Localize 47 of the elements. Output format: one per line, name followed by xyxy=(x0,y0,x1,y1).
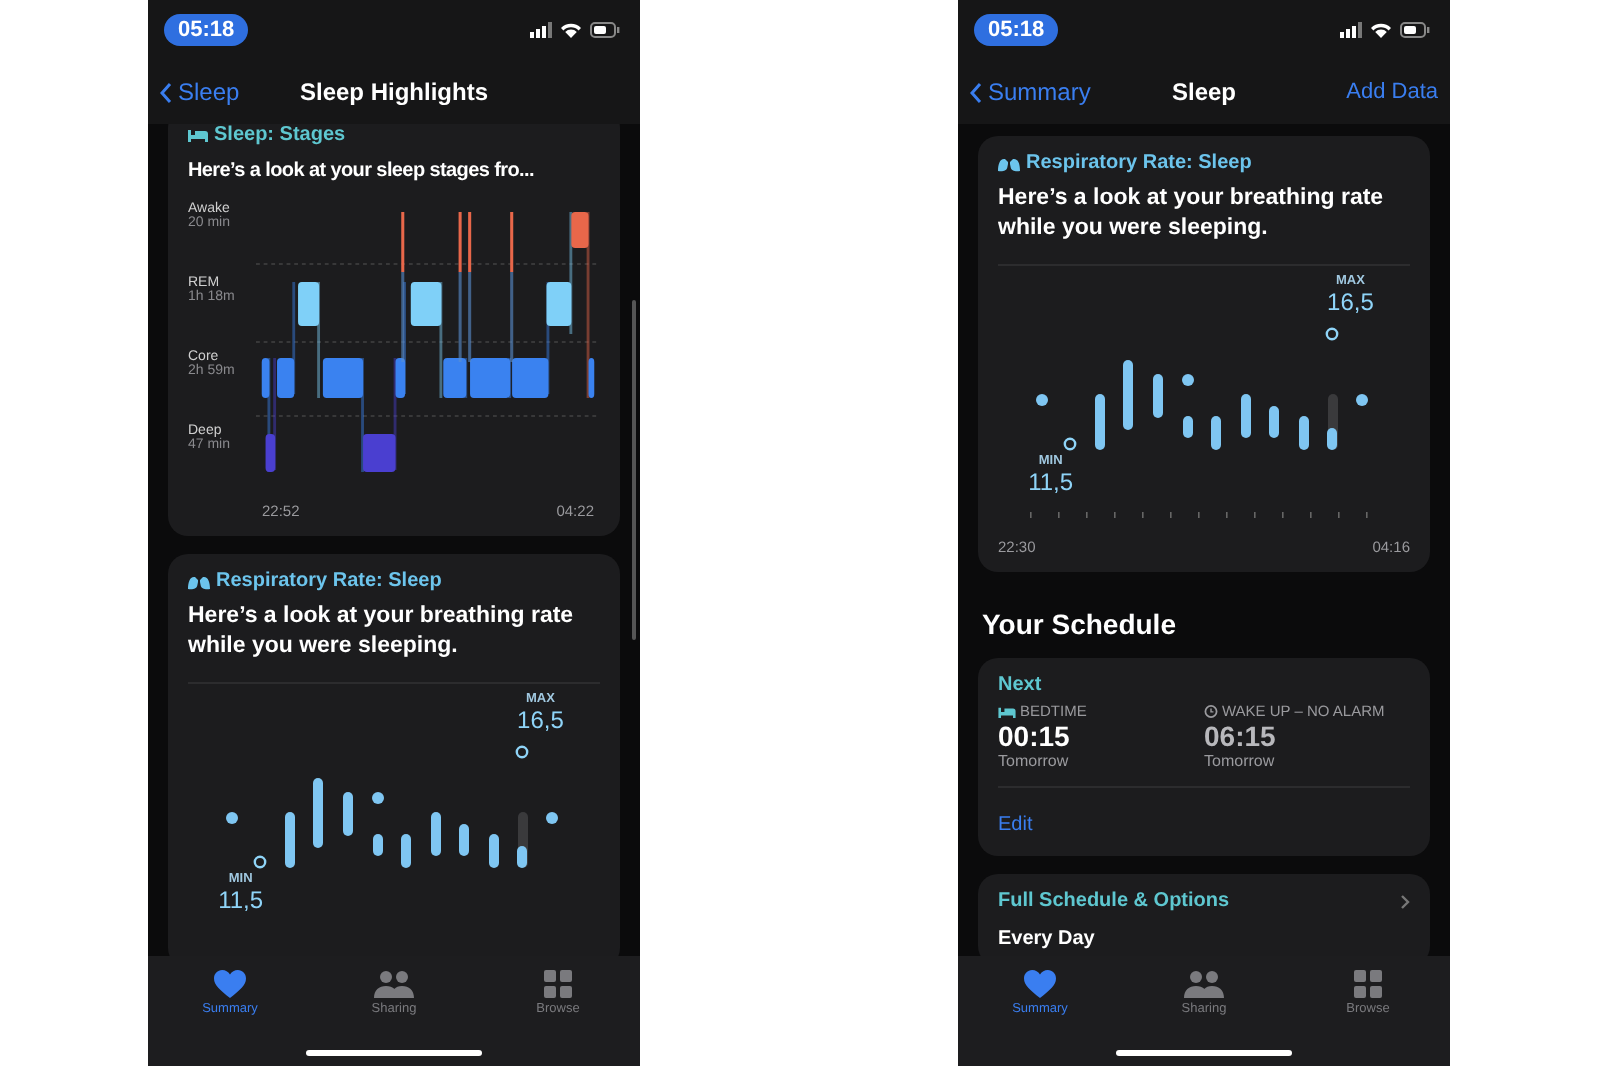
signal-icon xyxy=(530,22,552,38)
section-heading: Your Schedule xyxy=(982,608,1178,640)
grid-icon xyxy=(1354,970,1382,998)
options-subtitle: Every Day xyxy=(998,928,1097,950)
add-data-button[interactable]: Add Data xyxy=(1346,80,1438,104)
min-value: 11,5 xyxy=(1028,468,1074,496)
card-description: Here’s a look at your breathing rate while you were sleeping. xyxy=(188,602,576,662)
people-icon xyxy=(1184,970,1224,998)
chevron-left-icon xyxy=(160,81,172,103)
battery-icon xyxy=(590,22,620,38)
signal-icon xyxy=(1340,22,1362,38)
bed-icon xyxy=(188,128,208,142)
nav-title: Sleep xyxy=(1171,78,1236,106)
min-value: 11,5 xyxy=(218,886,264,914)
card-description: Here’s a look at your breathing rate while you were sleeping. xyxy=(998,184,1386,244)
options-card[interactable]: Full Schedule & Options Every Day xyxy=(978,874,1430,956)
next-label: Next xyxy=(998,674,1044,696)
status-time: 05:18 xyxy=(974,14,1059,46)
schedule-day: Tomorrow xyxy=(1204,752,1410,770)
card-title: Respiratory Rate: Sleep xyxy=(1026,152,1252,174)
max-value: 16,5 xyxy=(1327,288,1374,316)
heart-icon xyxy=(1024,970,1056,998)
card-description: Here’s a look at your sleep stages fro... xyxy=(188,158,536,186)
nav-title: Sleep Highlights xyxy=(299,78,488,106)
schedule-day: Tomorrow xyxy=(998,752,1204,770)
card-title: Respiratory Rate: Sleep xyxy=(216,570,442,592)
wifi-icon xyxy=(560,22,582,38)
chevron-left-icon xyxy=(970,81,982,103)
wifi-icon xyxy=(1370,22,1392,38)
chevron-icon xyxy=(1400,893,1410,909)
heart-icon xyxy=(214,970,246,998)
bed-icon xyxy=(998,705,1016,717)
alarm-clock-icon xyxy=(1204,704,1218,718)
status-time: 05:18 xyxy=(164,14,249,46)
max-value: 16,5 xyxy=(517,706,564,734)
card-title: Sleep: Stages xyxy=(214,124,346,146)
lungs-icon xyxy=(998,155,1020,171)
schedule-time: 00:15 xyxy=(998,720,1072,752)
grid-icon xyxy=(544,970,572,998)
battery-icon xyxy=(1400,22,1430,38)
back-button[interactable]: Sleep xyxy=(160,78,240,106)
edit-link[interactable]: Edit xyxy=(998,814,1033,836)
lungs-icon xyxy=(188,573,210,589)
back-button[interactable]: Summary xyxy=(970,78,1091,106)
people-icon xyxy=(374,970,414,998)
schedule-time: 06:15 xyxy=(1204,720,1278,752)
options-title: Full Schedule & Options xyxy=(998,890,1230,912)
